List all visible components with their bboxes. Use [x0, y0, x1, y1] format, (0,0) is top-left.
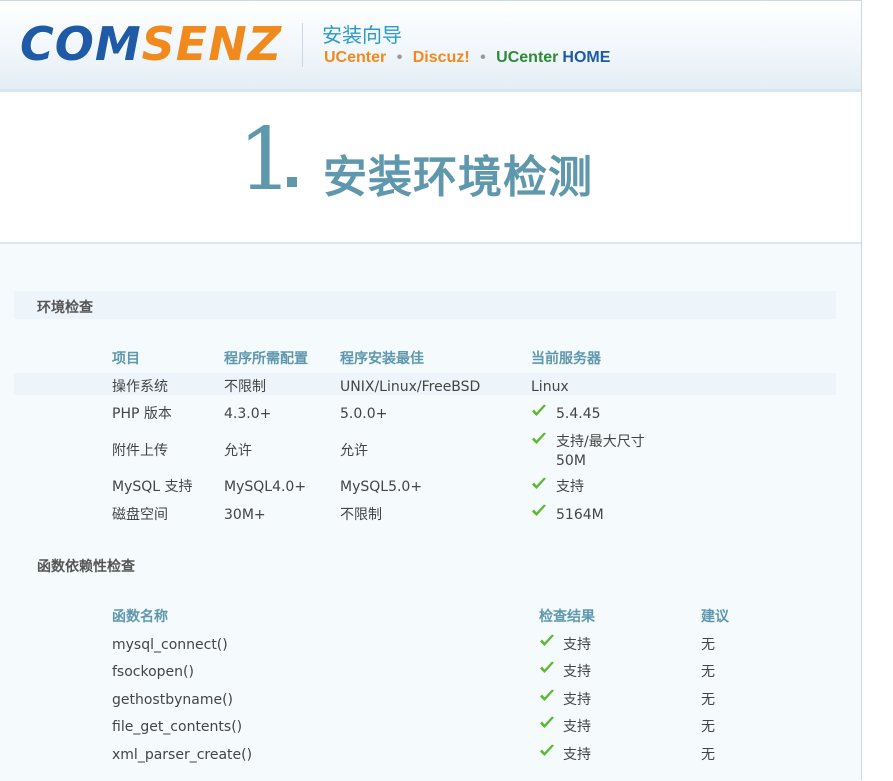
comsenz-logo: COMSENZ [20, 17, 283, 71]
product-discuz: Discuz! [412, 49, 470, 66]
env-row-current: 支持 [556, 479, 584, 495]
func-row-name: mysql_connect() [112, 637, 228, 653]
func-row-name: gethostbyname() [112, 692, 234, 708]
func-row-advice: 无 [701, 664, 715, 680]
check-icon [540, 661, 554, 673]
env-row-required: 允许 [224, 443, 252, 459]
env-row-current: Linux [531, 379, 569, 395]
func-row-result: 支持 [563, 747, 591, 763]
func-row-advice: 无 [701, 692, 715, 708]
func-row-result: 支持 [563, 692, 591, 708]
col-header-function: 函数名称 [112, 609, 168, 625]
env-row-current-line2: 50M [556, 453, 586, 469]
env-row-best: UNIX/Linux/FreeBSD [340, 379, 481, 395]
separator-dot: • [396, 49, 403, 66]
func-row-result: 支持 [563, 664, 591, 680]
env-row-required: 30M+ [224, 507, 266, 523]
check-icon [540, 716, 554, 728]
product-ucenter-home-suffix: HOME [562, 49, 611, 66]
env-row-item: 磁盘空间 [112, 507, 168, 523]
env-row-current: 5.4.45 [556, 406, 601, 422]
separator-dot: • [480, 49, 486, 66]
header: COMSENZ 安装向导 UCenter • Discuz! • UCenter… [0, 1, 861, 92]
product-ucenter-home-prefix: UCenter [496, 49, 559, 66]
func-check-title: 函数依赖性检查 [37, 559, 135, 575]
check-icon [532, 504, 546, 516]
step-number: 1 [238, 110, 293, 210]
step-dot [287, 177, 297, 187]
check-icon [532, 477, 546, 489]
col-header-result: 检查结果 [539, 609, 595, 625]
func-row-advice: 无 [701, 747, 715, 763]
func-row-result: 支持 [563, 637, 591, 653]
env-row-required: 4.3.0+ [224, 406, 272, 422]
col-header-current: 当前服务器 [531, 351, 601, 367]
env-row-item: PHP 版本 [112, 406, 172, 422]
wizard-title: 安装向导 [322, 23, 402, 47]
env-row-best: 5.0.0+ [340, 406, 388, 422]
product-ucenter: UCenter [324, 49, 387, 66]
env-row-current: 支持/最大尺寸 [556, 434, 645, 450]
func-row-advice: 无 [701, 719, 715, 735]
func-row-result: 支持 [563, 719, 591, 735]
installer-window: COMSENZ 安装向导 UCenter • Discuz! • UCenter… [0, 0, 862, 781]
col-header-best: 程序安装最佳 [340, 351, 424, 367]
section-bar [14, 291, 836, 319]
env-row-required: 不限制 [224, 379, 266, 395]
env-row-required: MySQL4.0+ [224, 479, 307, 495]
col-header-advice: 建议 [701, 609, 729, 625]
env-row-best: 允许 [340, 443, 368, 459]
check-icon [540, 634, 554, 646]
page-title: 安装环境检测 [323, 152, 593, 203]
env-row-current: 5164M [556, 507, 604, 523]
check-icon [540, 689, 554, 701]
check-icon [540, 744, 554, 756]
env-row-best: MySQL5.0+ [340, 479, 423, 495]
env-row-item: MySQL 支持 [112, 479, 193, 495]
check-icon [532, 432, 546, 444]
product-list: UCenter • Discuz! • UCenter HOME [324, 49, 616, 67]
env-row-best: 不限制 [340, 507, 382, 523]
func-row-advice: 无 [701, 637, 715, 653]
col-header-item: 项目 [112, 351, 140, 367]
func-row-name: xml_parser_create() [112, 747, 253, 763]
env-row-item: 操作系统 [112, 379, 168, 395]
check-icon [532, 404, 546, 416]
func-row-name: fsockopen() [112, 664, 194, 680]
env-check-title: 环境检查 [37, 300, 93, 316]
func-row-name: file_get_contents() [112, 719, 243, 735]
col-header-required: 程序所需配置 [224, 351, 308, 367]
env-row-item: 附件上传 [112, 443, 168, 459]
header-divider [302, 23, 303, 67]
